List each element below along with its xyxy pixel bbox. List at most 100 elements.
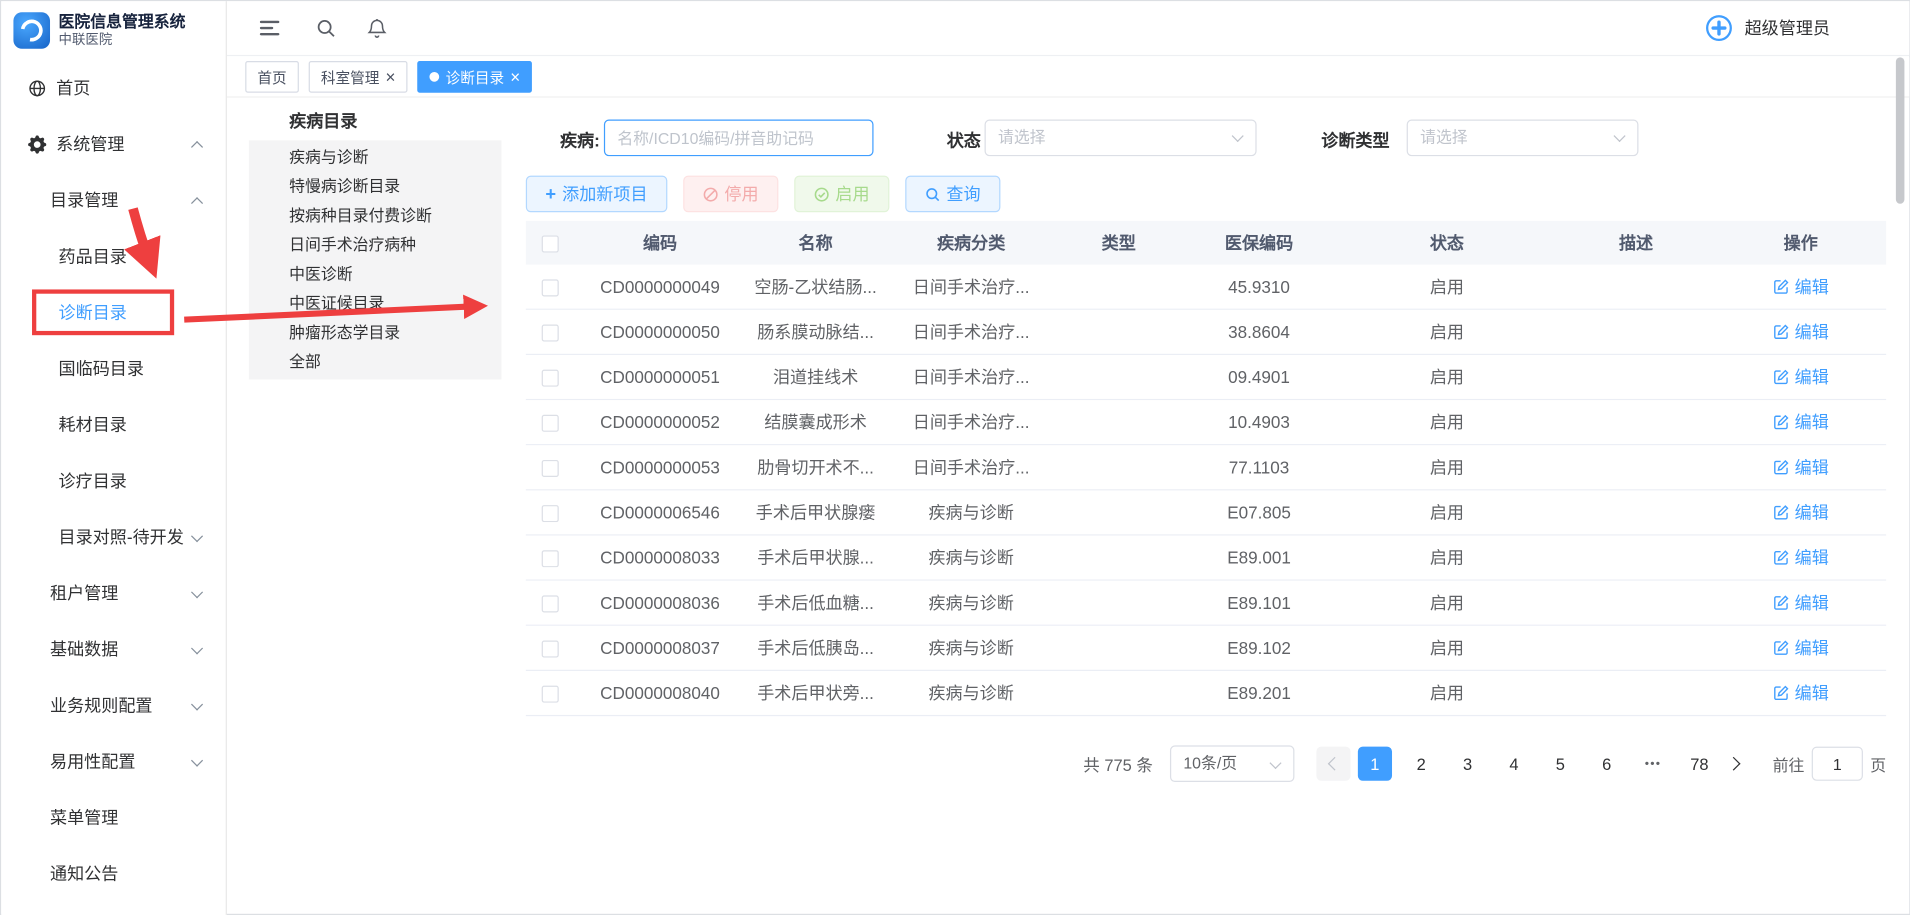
sidebar-item[interactable]: 易用性配置 [1, 733, 225, 789]
category-cell: 日间手术治疗... [886, 455, 1057, 479]
active-dot-icon [430, 72, 440, 82]
next-page-button[interactable] [1719, 747, 1753, 781]
page-button-78[interactable]: 78 [1682, 747, 1716, 781]
goto-page-input[interactable] [1812, 747, 1863, 781]
sidebar-item[interactable]: 首页 [1, 60, 225, 116]
sidebar-item[interactable]: 菜单管理 [1, 789, 225, 845]
row-checkbox[interactable] [542, 370, 559, 387]
row-checkbox[interactable] [542, 415, 559, 432]
row-checkbox[interactable] [542, 596, 559, 613]
page-button-more[interactable]: ••• [1636, 747, 1670, 781]
sidebar-item[interactable]: 租户管理 [1, 565, 225, 621]
status-cell: 启用 [1337, 545, 1557, 569]
status-select[interactable]: 请选择 [985, 120, 1257, 157]
edit-button[interactable]: 编辑 [1773, 455, 1829, 479]
prev-page-button[interactable] [1316, 747, 1350, 781]
row-checkbox[interactable] [542, 325, 559, 342]
sidebar-item[interactable]: 基础数据 [1, 621, 225, 677]
disease-filter-label: 疾病: [560, 128, 600, 152]
edit-button[interactable]: 编辑 [1773, 410, 1829, 434]
row-checkbox[interactable] [542, 460, 559, 477]
add-item-button[interactable]: + 添加新项目 [526, 176, 667, 213]
edit-button[interactable]: 编辑 [1773, 275, 1829, 299]
page-button-6[interactable]: 6 [1590, 747, 1624, 781]
row-checkbox[interactable] [542, 505, 559, 522]
row-select-cell [526, 502, 575, 522]
tab[interactable]: 首页 [245, 61, 299, 93]
table-row: CD0000008036手术后低血糖...疾病与诊断E89.101启用编辑 [526, 581, 1886, 626]
catalog-item[interactable]: 中医诊断 [249, 260, 502, 289]
scrollbar[interactable] [1896, 57, 1905, 203]
catalog-item[interactable]: 疾病与诊断 [249, 143, 502, 172]
bell-icon[interactable] [361, 12, 393, 44]
user-menu[interactable]: 超级管理员 [1703, 12, 1830, 44]
edit-icon [1773, 368, 1790, 385]
tab[interactable]: 科室管理× [309, 61, 408, 93]
column-header: 编码 [575, 231, 746, 255]
tab[interactable]: 诊断目录× [418, 61, 533, 93]
close-icon[interactable]: × [386, 68, 396, 85]
edit-button[interactable]: 编辑 [1773, 590, 1829, 614]
row-select-cell [526, 412, 575, 432]
row-select-cell [526, 277, 575, 297]
diagnosis-table: 编码名称疾病分类类型医保编码状态描述操作 CD0000000049空肠-乙状结肠… [526, 221, 1886, 716]
category-cell: 日间手术治疗... [886, 365, 1057, 389]
enable-button[interactable]: 启用 [794, 176, 889, 213]
category-cell: 日间手术治疗... [886, 410, 1057, 434]
row-checkbox[interactable] [542, 280, 559, 297]
edit-button[interactable]: 编辑 [1773, 545, 1829, 569]
hamburger-icon[interactable] [254, 12, 286, 44]
page-button-2[interactable]: 2 [1404, 747, 1438, 781]
plus-icon: + [545, 185, 556, 203]
sidebar-item[interactable]: 药品目录 [1, 228, 225, 284]
row-checkbox[interactable] [542, 641, 559, 658]
catalog-item[interactable]: 按病种目录付费诊断 [249, 201, 502, 230]
catalog-item[interactable]: 日间手术治疗病种 [249, 231, 502, 260]
close-icon[interactable]: × [510, 68, 520, 85]
sidebar-item[interactable]: 目录管理 [1, 172, 225, 228]
edit-button[interactable]: 编辑 [1773, 636, 1829, 660]
status-cell: 启用 [1337, 500, 1557, 524]
edit-button[interactable]: 编辑 [1773, 365, 1829, 389]
page-button-5[interactable]: 5 [1543, 747, 1577, 781]
row-checkbox[interactable] [542, 550, 559, 567]
search-icon[interactable] [310, 12, 342, 44]
page-button-4[interactable]: 4 [1497, 747, 1531, 781]
gear-icon [28, 135, 46, 153]
edit-button[interactable]: 编辑 [1773, 681, 1829, 705]
page-button-1[interactable]: 1 [1358, 747, 1392, 781]
catalog-item[interactable]: 肿瘤形态学目录 [249, 318, 502, 347]
catalog-item[interactable]: 全部 [249, 348, 502, 377]
name-cell: 空肠-乙状结肠... [745, 275, 885, 299]
diagnosis-type-filter-label: 诊断类型 [1321, 128, 1389, 152]
catalog-item[interactable]: 特慢病诊断目录 [249, 172, 502, 201]
sidebar-item[interactable]: 业务规则配置 [1, 677, 225, 733]
select-all-checkbox[interactable] [542, 236, 559, 253]
query-button[interactable]: 查询 [905, 176, 1000, 213]
page-button-3[interactable]: 3 [1451, 747, 1485, 781]
sidebar-item[interactable]: 耗材目录 [1, 397, 225, 453]
page-size-select[interactable]: 10条/页 [1170, 745, 1294, 782]
sidebar-item[interactable]: 国临码目录 [1, 340, 225, 396]
insurance-code-cell: E89.102 [1181, 638, 1337, 658]
sidebar-item[interactable]: 系统管理 [1, 116, 225, 172]
sidebar-item[interactable]: 目录对照-待开发 [1, 509, 225, 565]
disable-button[interactable]: 停用 [683, 176, 778, 213]
edit-button[interactable]: 编辑 [1773, 500, 1829, 524]
category-cell: 疾病与诊断 [886, 636, 1057, 660]
column-header: 医保编码 [1181, 231, 1337, 255]
row-checkbox[interactable] [542, 686, 559, 703]
disease-search-input[interactable] [604, 120, 874, 157]
sidebar-item[interactable]: 通知公告 [1, 845, 225, 901]
sidebar-item[interactable]: 诊疗目录 [1, 453, 225, 509]
name-cell: 结膜囊成形术 [745, 410, 885, 434]
column-header: 描述 [1557, 231, 1716, 255]
logo-text: 医院信息管理系统 中联医院 [59, 12, 186, 49]
edit-icon [1773, 278, 1790, 295]
action-cell: 编辑 [1715, 590, 1886, 614]
edit-button[interactable]: 编辑 [1773, 320, 1829, 344]
catalog-item[interactable]: 中医证候目录 [249, 289, 502, 318]
sidebar-item[interactable]: 诊断目录 [1, 284, 225, 340]
diagnosis-type-select[interactable]: 请选择 [1407, 120, 1639, 157]
row-select-cell [526, 367, 575, 387]
